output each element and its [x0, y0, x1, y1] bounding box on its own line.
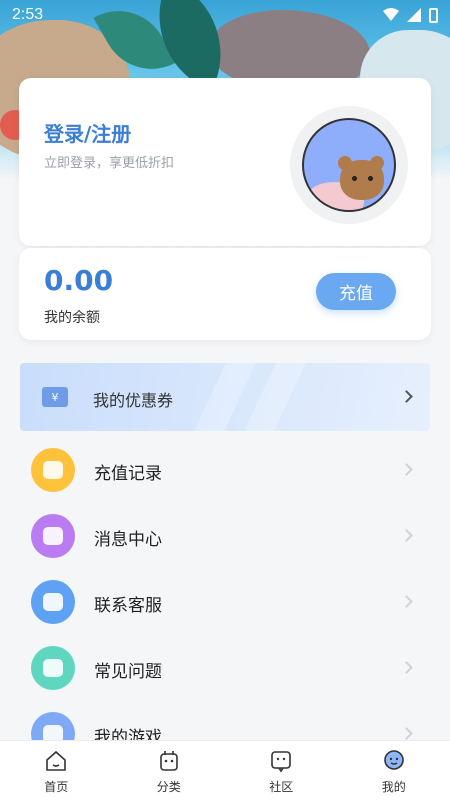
tab-label: 首页 — [44, 780, 69, 794]
balance-label: 我的余额 — [44, 310, 100, 326]
headset-icon — [31, 580, 75, 624]
category-icon — [159, 751, 178, 771]
question-icon — [31, 646, 75, 690]
message-icon — [31, 514, 75, 558]
wifi-icon — [383, 8, 399, 21]
tab-label: 分类 — [156, 780, 181, 794]
menu-item-label: 消息中心 — [94, 530, 162, 550]
coupon-label: 我的优惠券 — [93, 391, 174, 410]
coupon-icon: ¥ — [42, 387, 68, 407]
battery-icon — [429, 7, 438, 23]
status-time: 2:53 — [12, 6, 44, 23]
tab-category[interactable]: 分类 — [113, 741, 226, 800]
signal-icon — [407, 8, 421, 22]
menu-item-label: 联系客服 — [94, 596, 162, 616]
home-icon — [46, 750, 67, 771]
chevron-right-icon — [400, 661, 413, 674]
avatar[interactable] — [290, 106, 408, 224]
tab-home[interactable]: 首页 — [0, 741, 113, 800]
status-bar: 2:53 — [0, 0, 450, 30]
tab-community[interactable]: 社区 — [225, 741, 338, 800]
community-icon — [271, 751, 292, 773]
recharge-button[interactable]: 充值 — [316, 273, 396, 310]
menu-item-label: 常见问题 — [94, 662, 162, 682]
menu-item-recharge-history[interactable]: 充值记录 — [20, 437, 430, 503]
menu-item-faq[interactable]: 常见问题 — [20, 635, 430, 701]
money-bag-icon — [31, 448, 75, 492]
tab-label: 我的 — [381, 780, 406, 794]
chevron-right-icon — [400, 595, 413, 608]
card-divider — [30, 246, 420, 247]
chevron-right-icon — [400, 463, 413, 476]
balance-card: 0.00 我的余额 充值 — [19, 248, 431, 340]
menu-item-message-center[interactable]: 消息中心 — [20, 503, 430, 569]
profile-icon — [383, 750, 404, 770]
tab-profile[interactable]: 我的 — [338, 741, 450, 800]
chevron-right-icon — [400, 529, 413, 542]
tab-label: 社区 — [269, 780, 294, 794]
chevron-right-icon — [400, 390, 413, 403]
menu-item-contact-support[interactable]: 联系客服 — [20, 569, 430, 635]
chevron-right-icon — [400, 727, 413, 740]
balance-amount: 0.00 — [44, 264, 114, 297]
login-card[interactable]: 登录/注册 立即登录，享更低折扣 — [19, 78, 431, 246]
menu-item-label: 充值记录 — [94, 464, 162, 484]
login-subtitle: 立即登录，享更低折扣 — [44, 156, 175, 171]
login-register-title[interactable]: 登录/注册 — [44, 118, 131, 147]
bottom-tab-bar: 首页 分类 社区 我的 — [0, 740, 450, 800]
my-coupons-row[interactable]: ¥ 我的优惠券 — [20, 363, 430, 431]
